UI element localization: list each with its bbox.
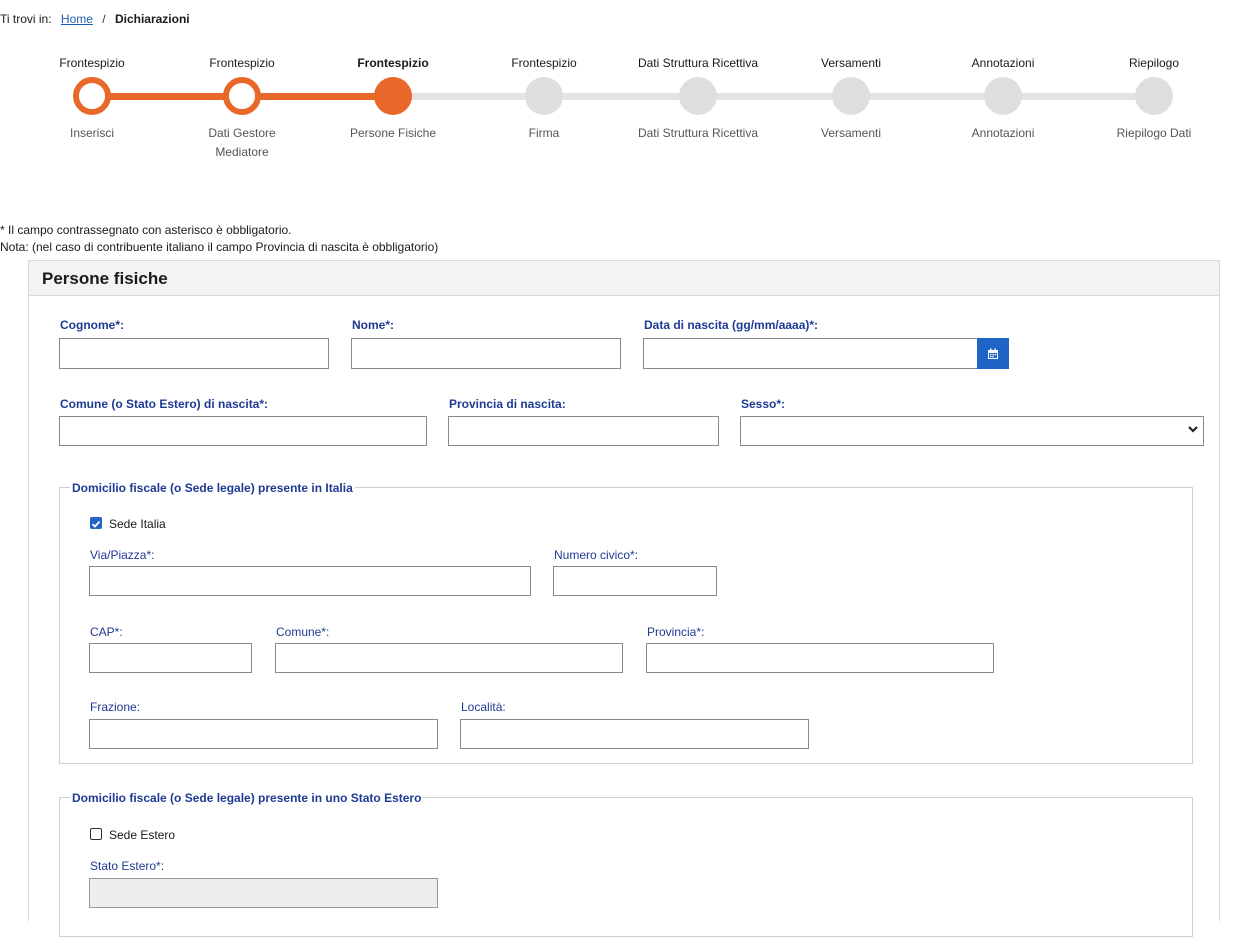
step-4-marker	[525, 77, 563, 115]
stato-estero-label: Stato Estero*:	[90, 859, 165, 873]
step-2-subtitle: Dati Gestore Mediatore	[208, 126, 276, 159]
step-2-marker	[223, 77, 261, 115]
comune-nascita-label: Comune (o Stato Estero) di nascita*:	[60, 397, 269, 411]
form-notes: * Il campo contrassegnato con asterisco …	[0, 222, 438, 256]
chevron-down-icon	[1188, 426, 1198, 433]
sesso-select[interactable]	[740, 416, 1204, 446]
sede-italia-checkbox[interactable]	[90, 517, 102, 529]
step-3-marker	[374, 77, 412, 115]
provincia-nascita-label: Provincia di nascita:	[449, 397, 566, 411]
stepper-track-6	[851, 93, 1003, 100]
stepper-track-4	[544, 93, 698, 100]
sede-estero-label: Sede Estero	[109, 828, 176, 842]
comune-input[interactable]	[275, 643, 623, 673]
localita-input[interactable]	[460, 719, 809, 749]
data-nascita-label: Data di nascita (gg/mm/aaaa)*:	[644, 318, 819, 332]
nome-input[interactable]	[351, 338, 621, 369]
via-piazza-input[interactable]	[89, 566, 531, 596]
frazione-label: Frazione:	[90, 700, 141, 714]
domicilio-estero-legend: Domicilio fiscale (o Sede legale) presen…	[70, 791, 424, 805]
provincia-label: Provincia*:	[647, 625, 705, 639]
required-note: * Il campo contrassegnato con asterisco …	[0, 223, 292, 237]
stato-estero-input[interactable]	[89, 878, 438, 908]
nome-label: Nome*:	[352, 318, 395, 332]
step-6-marker	[832, 77, 870, 115]
numero-civico-label: Numero civico*:	[554, 548, 639, 562]
calendar-icon	[988, 348, 998, 359]
step-8-subtitle: Riepilogo Dati	[1116, 126, 1192, 140]
step-1-subtitle: Inserisci	[69, 126, 114, 140]
calendar-button[interactable]	[977, 338, 1009, 369]
sesso-label: Sesso*:	[741, 397, 786, 411]
cap-input[interactable]	[89, 643, 252, 673]
panel-title: Persone fisiche	[29, 261, 1219, 296]
step-4-subtitle: Firma	[528, 126, 560, 140]
domicilio-estero-fieldset	[59, 797, 1193, 937]
check-icon	[91, 520, 101, 528]
step-4-title: Frontespizio	[511, 56, 577, 70]
numero-civico-input[interactable]	[553, 566, 717, 596]
stepper-track-7	[1003, 93, 1154, 100]
cognome-input[interactable]	[59, 338, 329, 369]
stepper-track-3	[393, 93, 544, 100]
comune-nascita-input[interactable]	[59, 416, 427, 446]
italian-note: Nota: (nel caso di contribuente italiano…	[0, 240, 439, 254]
frazione-input[interactable]	[89, 719, 438, 749]
cognome-label: Cognome*:	[60, 318, 124, 332]
step-1-marker	[73, 77, 111, 115]
domicilio-italia-legend: Domicilio fiscale (o Sede legale) presen…	[70, 481, 355, 495]
stepper-track-1	[92, 93, 242, 100]
sede-estero-checkbox[interactable]	[90, 828, 102, 840]
provincia-input[interactable]	[646, 643, 994, 673]
provincia-nascita-input[interactable]	[448, 416, 719, 446]
via-piazza-label: Via/Piazza*:	[90, 548, 155, 562]
cap-label: CAP*:	[90, 625, 123, 639]
localita-label: Località:	[461, 700, 506, 714]
comune-label: Comune*:	[276, 625, 330, 639]
step-7-marker	[984, 77, 1022, 115]
step-5-marker	[679, 77, 717, 115]
progress-stepper: Frontespizio Inserisci Frontespizio Dati…	[0, 0, 1248, 170]
step-8-marker	[1135, 77, 1173, 115]
stepper-track-5	[698, 93, 851, 100]
step-8-title: Riepilogo	[1128, 56, 1180, 70]
data-nascita-input[interactable]	[643, 338, 979, 369]
stepper-track-2	[242, 93, 392, 100]
sede-italia-label: Sede Italia	[109, 517, 166, 531]
